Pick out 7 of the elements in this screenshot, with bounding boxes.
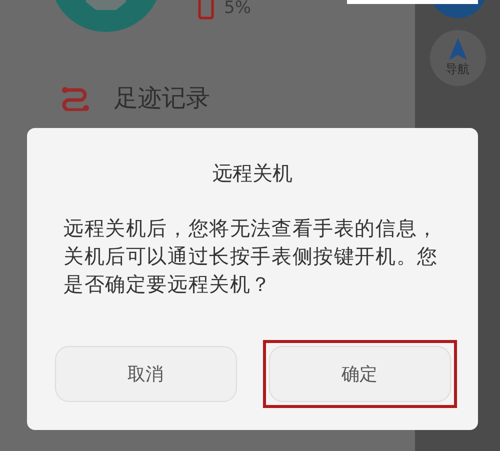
dialog-title: 远程关机 — [212, 160, 292, 187]
dialog-button[interactable]: 确定 — [268, 346, 450, 402]
arrow-icon — [448, 38, 466, 60]
dialog-message: 远程关机后，您将无法查看手表的信息，关机后可以通过长按手表侧按键开机。您是否确定要远程关机？ — [64, 215, 439, 298]
footprint-path-icon — [60, 85, 90, 111]
dialog-button[interactable]: 取消 — [54, 346, 236, 402]
battery-icon — [198, 0, 214, 20]
